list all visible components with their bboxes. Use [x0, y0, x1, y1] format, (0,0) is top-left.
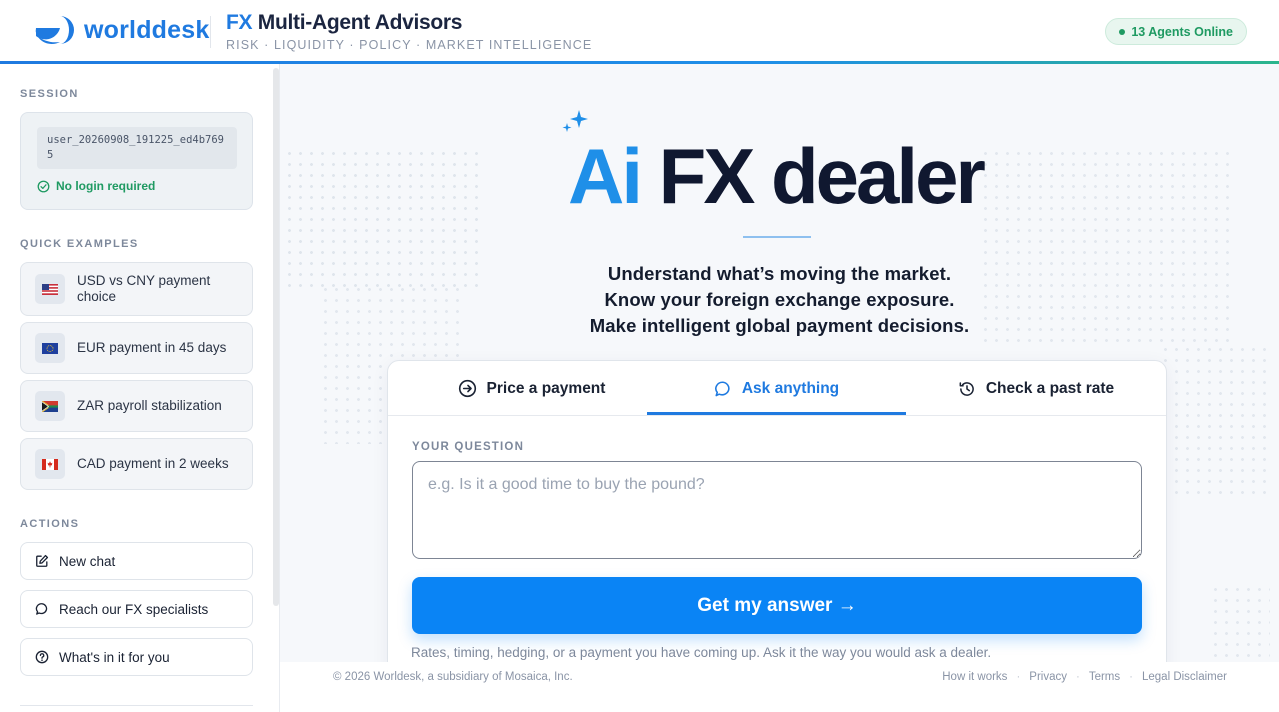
reach-specialists-label: Reach our FX specialists	[59, 601, 209, 617]
ca-flag-icon	[35, 449, 65, 479]
tab-label: Ask anything	[741, 379, 840, 397]
help-circle-icon	[35, 650, 49, 664]
question-input[interactable]	[412, 461, 1142, 559]
footer-links: How it works · Privacy · Terms · Legal D…	[942, 671, 1227, 683]
agents-online-text: 13 Agents Online	[1131, 24, 1233, 39]
logo-wordmark: worlddesk	[84, 16, 209, 45]
sidebar-divider	[20, 705, 253, 706]
top-header: worlddesk FX Multi-Agent Advisors RISK ·…	[0, 0, 1279, 64]
question-label: YOUR QUESTION	[412, 441, 525, 453]
actions-section-label: ACTIONS	[20, 518, 80, 530]
tab-label: Check a past rate	[985, 379, 1115, 397]
logo-text-world: world	[84, 15, 152, 44]
tagline-line-1: Understand what’s moving the market.	[607, 263, 952, 284]
footer: © 2026 Worldesk, a subsidiary of Mosaica…	[280, 662, 1279, 712]
eu-flag-icon	[35, 333, 65, 363]
world-map-dots	[1160, 344, 1270, 494]
footer-separator: ·	[1129, 671, 1133, 683]
question-panel: Price a payment Ask anything Check a pas…	[387, 360, 1167, 662]
example-usd-cny[interactable]: USD vs CNY payment choice	[20, 262, 253, 316]
header-divider	[210, 16, 211, 48]
footer-link-how-it-works[interactable]: How it works	[942, 671, 1007, 683]
question-hint: Rates, timing, hedging, or a payment you…	[411, 645, 992, 660]
hero-title-ai: Ai	[568, 132, 643, 220]
chat-bubble-icon	[35, 603, 48, 615]
app-subtitle: RISK · LIQUIDITY · POLICY · MARKET INTEL…	[226, 38, 593, 52]
mode-tabs: Price a payment Ask anything Check a pas…	[388, 361, 1166, 416]
session-card: user_20260908_191225_ed4b7695 No login r…	[20, 112, 253, 210]
hero-title: Ai FX dealer	[568, 131, 986, 222]
world-map-dots	[1210, 584, 1270, 662]
reach-specialists-button[interactable]: Reach our FX specialists	[20, 590, 253, 628]
tagline-line-3: Make intelligent global payment decision…	[589, 315, 970, 336]
get-answer-button[interactable]: Get my answer →	[412, 577, 1142, 634]
hero-title-rest: FX dealer	[658, 132, 986, 220]
za-flag-icon	[35, 391, 65, 421]
no-login-text: No login required	[56, 179, 156, 193]
whats-in-it-button[interactable]: What's in it for you	[20, 638, 253, 676]
online-dot-icon	[1119, 28, 1126, 35]
footer-copyright: © 2026 Worldesk, a subsidiary of Mosaica…	[333, 671, 573, 683]
new-chat-button[interactable]: New chat	[20, 542, 253, 580]
footer-link-terms[interactable]: Terms	[1089, 671, 1120, 683]
footer-link-privacy[interactable]: Privacy	[1029, 671, 1067, 683]
new-chat-label: New chat	[59, 553, 116, 569]
example-label: USD vs CNY payment choice	[77, 273, 211, 304]
tab-ask-anything[interactable]: Ask anything	[647, 361, 906, 416]
example-label: ZAR payroll stabilization	[77, 398, 222, 413]
tab-price-payment[interactable]: Price a payment	[388, 361, 675, 416]
main-content: Ai FX dealer Understand what’s moving th…	[280, 64, 1279, 662]
check-circle-icon	[37, 180, 50, 192]
logo-mark-icon	[35, 16, 74, 44]
hero-divider	[743, 236, 811, 238]
logo-text-desk: desk	[151, 15, 210, 44]
us-flag-icon	[35, 274, 65, 304]
whats-in-it-label: What's in it for you	[59, 649, 170, 665]
example-eur-45[interactable]: EUR payment in 45 days	[20, 322, 253, 374]
footer-separator: ·	[1016, 671, 1021, 683]
tab-check-past-rate[interactable]: Check a past rate	[906, 361, 1166, 416]
example-cad-2-weeks[interactable]: CAD payment in 2 weeks	[20, 438, 253, 490]
app-title-rest: Multi-Agent Advisors	[257, 11, 463, 34]
sidebar-scrollbar[interactable]	[273, 68, 279, 606]
app-title-fx: FX	[226, 11, 253, 34]
example-zar-payroll[interactable]: ZAR payroll stabilization	[20, 380, 253, 432]
history-icon	[959, 381, 974, 396]
footer-link-legal-disclaimer[interactable]: Legal Disclaimer	[1142, 671, 1227, 683]
quick-examples-label: QUICK EXAMPLES	[20, 238, 139, 250]
worldesk-logo[interactable]: worlddesk	[34, 14, 209, 46]
edit-icon	[36, 554, 49, 567]
session-id: user_20260908_191225_ed4b7695	[37, 127, 237, 169]
agents-online-badge: 13 Agents Online	[1105, 18, 1247, 45]
example-label: CAD payment in 2 weeks	[77, 456, 229, 471]
tab-label: Price a payment	[486, 379, 606, 397]
arrow-circle-icon	[458, 379, 476, 398]
session-section-label: SESSION	[20, 88, 79, 100]
example-label: EUR payment in 45 days	[77, 340, 227, 355]
active-tab-indicator	[647, 412, 906, 415]
tagline-line-2: Know your foreign exchange exposure.	[604, 289, 955, 310]
chat-bubble-icon	[714, 380, 730, 396]
app-title: FX Multi-Agent Advisors	[226, 11, 462, 35]
no-login-status: No login required	[37, 179, 155, 193]
footer-separator: ·	[1075, 671, 1080, 683]
